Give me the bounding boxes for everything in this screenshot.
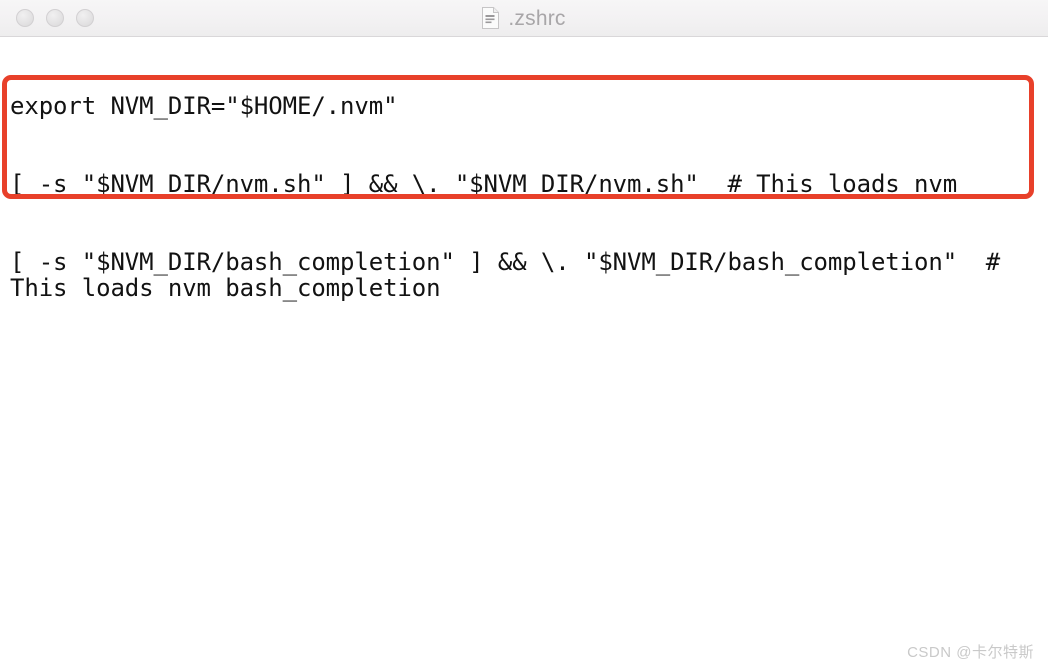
code-line: export NVM_DIR="$HOME/.nvm" <box>10 92 398 120</box>
code-line: [ -s "$NVM_DIR/bash_completion" ] && \. … <box>10 248 1015 302</box>
window-title: .zshrc <box>508 6 566 30</box>
close-button[interactable] <box>16 9 34 27</box>
text-editor-window: .zshrc export NVM_DIR="$HOME/.nvm" [ -s … <box>0 0 1048 672</box>
title-area: .zshrc <box>0 0 1048 36</box>
code-text-area[interactable]: export NVM_DIR="$HOME/.nvm" [ -s "$NVM_D… <box>10 41 1024 353</box>
document-body[interactable]: export NVM_DIR="$HOME/.nvm" [ -s "$NVM_D… <box>0 37 1048 672</box>
window-titlebar[interactable]: .zshrc <box>0 0 1048 37</box>
watermark: CSDN @卡尔特斯 <box>907 644 1034 661</box>
minimize-button[interactable] <box>46 9 64 27</box>
document-icon <box>482 7 500 29</box>
window-controls <box>16 0 94 36</box>
code-line: [ -s "$NVM_DIR/nvm.sh" ] && \. "$NVM_DIR… <box>10 170 958 198</box>
zoom-button[interactable] <box>76 9 94 27</box>
